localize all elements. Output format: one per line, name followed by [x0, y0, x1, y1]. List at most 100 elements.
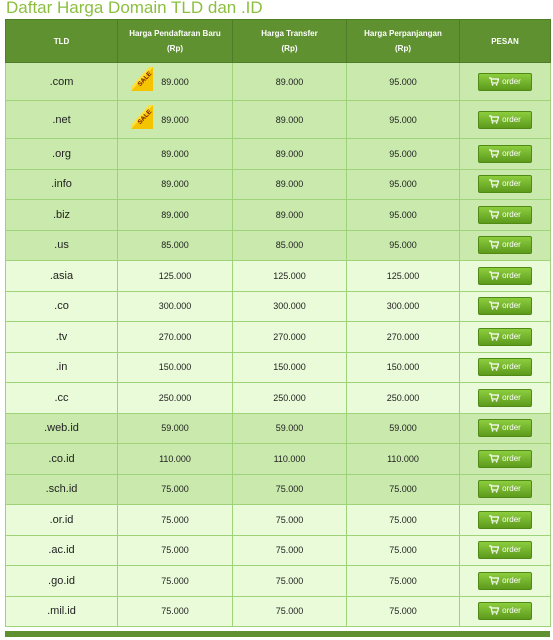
cell-renewal-price: 95.000 — [346, 229, 460, 261]
cart-icon — [489, 362, 500, 371]
table-row: .net SALE 89.000 89.000 95.000 order — [5, 100, 551, 139]
cart-icon — [489, 576, 500, 585]
cell-new-price: 75.000 — [117, 504, 233, 536]
cart-icon — [489, 271, 500, 280]
order-button-label: order — [502, 514, 521, 524]
price-new-value: 89.000 — [161, 209, 189, 220]
page-title: Daftar Harga Domain TLD dan .ID — [6, 0, 263, 17]
cart-icon — [489, 423, 500, 432]
cell-renewal-price: 75.000 — [346, 595, 460, 627]
cell-order: order — [459, 168, 551, 200]
cell-new-price: 75.000 — [117, 534, 233, 566]
cell-order: order — [459, 473, 551, 505]
cell-new-price: 59.000 — [117, 412, 233, 444]
sale-badge-icon: SALE — [131, 66, 154, 91]
cell-renewal-price: 95.000 — [346, 100, 460, 139]
order-button[interactable]: order — [478, 144, 532, 163]
order-button[interactable]: order — [478, 510, 532, 529]
order-button[interactable]: order — [478, 72, 532, 91]
cell-tld: .co — [5, 290, 118, 322]
price-new-value: 89.000 — [161, 179, 189, 190]
order-button-label: order — [502, 453, 521, 463]
cell-tld: .cc — [5, 382, 118, 414]
cell-new-price: 89.000 — [117, 199, 233, 231]
cell-tld: .or.id — [5, 504, 118, 536]
cart-icon — [489, 149, 500, 158]
header-renewal: Harga Perpanjangan (Rp) — [346, 19, 460, 63]
order-button[interactable]: order — [478, 602, 532, 621]
cell-new-price: 270.000 — [117, 321, 233, 353]
cell-renewal-price: 250.000 — [346, 382, 460, 414]
cart-icon — [489, 545, 500, 554]
cell-transfer-price: 300.000 — [232, 290, 347, 322]
price-new-value: 59.000 — [161, 423, 189, 434]
cell-new-price: 250.000 — [117, 382, 233, 414]
cell-tld: .go.id — [5, 565, 118, 597]
order-button[interactable]: order — [478, 175, 532, 194]
cell-transfer-price: 110.000 — [232, 443, 347, 475]
cart-icon — [489, 606, 500, 615]
order-button-label: order — [502, 270, 521, 280]
table-row: .biz 89.000 89.000 95.000 order — [5, 199, 551, 231]
header-new-registration: Harga Pendaftaran Baru (Rp) — [117, 19, 233, 63]
cell-transfer-price: 150.000 — [232, 351, 347, 383]
order-button-label: order — [502, 484, 521, 494]
cell-order: order — [459, 138, 551, 170]
cell-renewal-price: 110.000 — [346, 443, 460, 475]
cell-tld: .net — [5, 100, 118, 139]
cell-order: order — [459, 504, 551, 536]
table-row: .sch.id 75.000 75.000 75.000 order — [5, 473, 551, 505]
order-button-label: order — [502, 392, 521, 402]
order-button[interactable]: order — [478, 205, 532, 224]
cart-icon — [489, 393, 500, 402]
cell-renewal-price: 75.000 — [346, 534, 460, 566]
cell-order: order — [459, 412, 551, 444]
cell-transfer-price: 89.000 — [232, 100, 347, 139]
price-new-value: 75.000 — [161, 575, 189, 586]
table-row: .info 89.000 89.000 95.000 order — [5, 168, 551, 200]
cell-tld: .info — [5, 168, 118, 200]
cart-icon — [489, 210, 500, 219]
order-button[interactable]: order — [478, 297, 532, 316]
order-button[interactable]: order — [478, 541, 532, 560]
order-button-label: order — [502, 362, 521, 372]
price-new-value: 75.000 — [161, 545, 189, 556]
order-button[interactable]: order — [478, 327, 532, 346]
price-new-value: 110.000 — [159, 453, 191, 464]
order-button-label: order — [502, 114, 521, 124]
order-button-label: order — [502, 240, 521, 250]
header-transfer: Harga Transfer (Rp) — [232, 19, 347, 63]
table-row: .mil.id 75.000 75.000 75.000 order — [5, 595, 551, 627]
cell-transfer-price: 89.000 — [232, 168, 347, 200]
header-tld: TLD — [5, 19, 118, 63]
cell-tld: .in — [5, 351, 118, 383]
order-button[interactable]: order — [478, 480, 532, 499]
cell-transfer-price: 85.000 — [232, 229, 347, 261]
cell-order: order — [459, 565, 551, 597]
order-button[interactable]: order — [478, 358, 532, 377]
domain-price-table: TLD Harga Pendaftaran Baru (Rp) Harga Tra… — [5, 19, 551, 627]
cell-renewal-price: 95.000 — [346, 199, 460, 231]
order-button[interactable]: order — [478, 266, 532, 285]
order-button[interactable]: order — [478, 419, 532, 438]
order-button[interactable]: order — [478, 571, 532, 590]
cell-transfer-price: 75.000 — [232, 565, 347, 597]
cell-tld: .co.id — [5, 443, 118, 475]
table-row: .co 300.000 300.000 300.000 order — [5, 290, 551, 322]
order-button[interactable]: order — [478, 110, 532, 129]
order-button[interactable]: order — [478, 236, 532, 255]
cell-transfer-price: 89.000 — [232, 62, 347, 101]
cell-order: order — [459, 62, 551, 101]
cell-transfer-price: 75.000 — [232, 534, 347, 566]
cell-new-price: 85.000 — [117, 229, 233, 261]
order-button[interactable]: order — [478, 388, 532, 407]
table-row: .web.id 59.000 59.000 59.000 order — [5, 412, 551, 444]
price-new-value: 125.000 — [158, 270, 192, 281]
cell-new-price: 150.000 — [117, 351, 233, 383]
cell-renewal-price: 150.000 — [346, 351, 460, 383]
order-button-label: order — [502, 606, 521, 616]
price-new-value: 89.000 — [161, 114, 189, 125]
order-button[interactable]: order — [478, 449, 532, 468]
cell-new-price: 300.000 — [117, 290, 233, 322]
order-button-label: order — [502, 575, 521, 585]
